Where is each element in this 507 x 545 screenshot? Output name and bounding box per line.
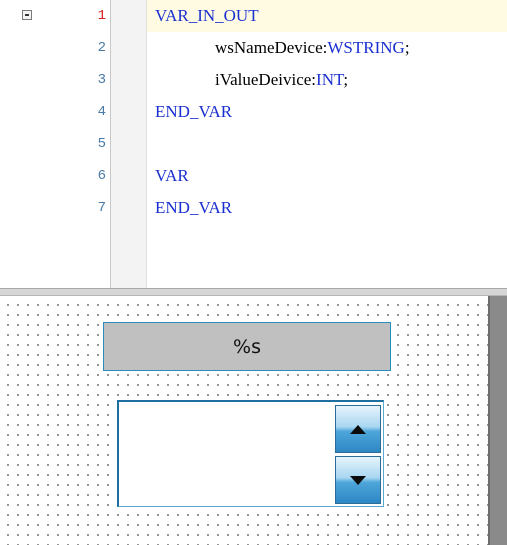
canvas-boundary — [488, 296, 507, 545]
identifier: iValueDeivice — [215, 70, 312, 89]
code-text: VAR_IN_OUT — [155, 0, 259, 32]
collapse-icon[interactable] — [22, 10, 32, 20]
keyword: END_VAR — [155, 198, 233, 217]
line-number: 1 — [97, 8, 106, 24]
type-keyword: WSTRING — [327, 38, 405, 57]
spin-control[interactable] — [117, 400, 384, 507]
triangle-up-icon — [350, 424, 366, 434]
line-number: 4 — [97, 104, 106, 120]
keyword: END_VAR — [155, 102, 233, 121]
pane-splitter[interactable] — [0, 288, 507, 296]
code-line[interactable]: 7 END_VAR — [0, 192, 507, 224]
keyword: VAR — [155, 166, 189, 185]
text-label-element[interactable]: %s — [103, 322, 391, 371]
code-line[interactable]: 2 wsNameDevice:WSTRING; — [0, 32, 507, 64]
line-number: 3 — [97, 72, 106, 88]
line-number: 2 — [97, 40, 106, 56]
code-text: VAR — [155, 160, 189, 192]
code-line[interactable]: 6 VAR — [0, 160, 507, 192]
line-number: 7 — [97, 200, 106, 216]
line-number: 5 — [97, 136, 106, 152]
code-text: wsNameDevice:WSTRING; — [215, 38, 410, 57]
identifier: wsNameDevice — [215, 38, 323, 57]
code-text: END_VAR — [155, 192, 232, 224]
code-editor[interactable]: 1 VAR_IN_OUT 2 wsNameDevice:WSTRING; 3 i… — [0, 0, 507, 288]
code-line[interactable]: 4 END_VAR — [0, 96, 507, 128]
code-line[interactable]: 5 — [0, 128, 507, 160]
canvas-boundary-edge — [488, 296, 490, 545]
line-number: 6 — [97, 168, 106, 184]
type-keyword: INT — [316, 70, 344, 89]
code-text: END_VAR — [155, 96, 232, 128]
spin-down-button[interactable] — [335, 456, 381, 504]
label-placeholder-text: %s — [233, 335, 261, 358]
keyword: VAR_IN_OUT — [155, 6, 259, 25]
code-line[interactable]: 1 VAR_IN_OUT — [0, 0, 507, 32]
code-text: iValueDeivice:INT; — [215, 70, 349, 89]
spin-up-button[interactable] — [335, 405, 381, 453]
spin-value-field[interactable] — [119, 402, 332, 506]
code-line[interactable]: 3 iValueDeivice:INT; — [0, 64, 507, 96]
triangle-down-icon — [350, 475, 366, 485]
